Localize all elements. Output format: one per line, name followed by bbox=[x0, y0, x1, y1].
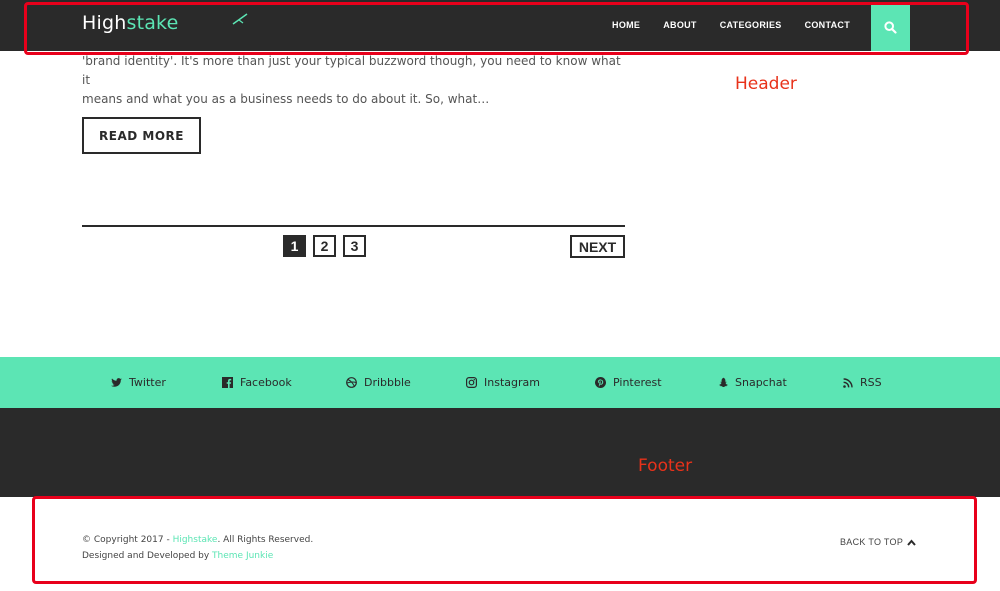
social-rss[interactable]: RSS bbox=[843, 376, 882, 389]
twitter-label: Twitter bbox=[129, 376, 166, 389]
footer-highlight-box bbox=[32, 496, 977, 584]
social-facebook[interactable]: Facebook bbox=[222, 376, 292, 389]
snapchat-label: Snapchat bbox=[735, 376, 787, 389]
dribbble-label: Dribbble bbox=[364, 376, 411, 389]
instagram-label: Instagram bbox=[484, 376, 540, 389]
social-pinterest[interactable]: Pinterest bbox=[595, 376, 662, 389]
facebook-icon bbox=[222, 377, 233, 388]
header-highlight-box bbox=[24, 2, 969, 55]
pinterest-icon bbox=[595, 377, 606, 388]
social-links-bar: Twitter Facebook Dribbble Instagram Pint… bbox=[0, 357, 1000, 408]
pinterest-label: Pinterest bbox=[613, 376, 662, 389]
footer-widget-area bbox=[0, 408, 1000, 497]
instagram-icon bbox=[466, 377, 477, 388]
facebook-label: Facebook bbox=[240, 376, 292, 389]
page-1-button[interactable]: 1 bbox=[283, 235, 306, 257]
rss-icon bbox=[843, 377, 853, 388]
post-excerpt: 'brand identity'. It's more than just yo… bbox=[82, 52, 632, 109]
dribbble-icon bbox=[346, 377, 357, 388]
social-dribbble[interactable]: Dribbble bbox=[346, 376, 411, 389]
next-page-button[interactable]: NEXT bbox=[570, 235, 625, 258]
social-snapchat[interactable]: Snapchat bbox=[717, 376, 787, 389]
excerpt-line-2: means and what you as a business needs t… bbox=[82, 92, 490, 106]
excerpt-line-1: 'brand identity'. It's more than just yo… bbox=[82, 54, 621, 87]
snapchat-icon bbox=[719, 377, 728, 387]
social-twitter[interactable]: Twitter bbox=[111, 376, 166, 389]
rss-label: RSS bbox=[860, 376, 882, 389]
read-more-button[interactable]: READ MORE bbox=[82, 117, 201, 154]
header-annotation: Header bbox=[735, 74, 797, 94]
pagination-divider bbox=[82, 225, 625, 227]
twitter-icon bbox=[111, 377, 122, 387]
social-instagram[interactable]: Instagram bbox=[466, 376, 540, 389]
page-3-button[interactable]: 3 bbox=[343, 235, 366, 257]
page-2-button[interactable]: 2 bbox=[313, 235, 336, 257]
footer-annotation: Footer bbox=[638, 456, 693, 476]
